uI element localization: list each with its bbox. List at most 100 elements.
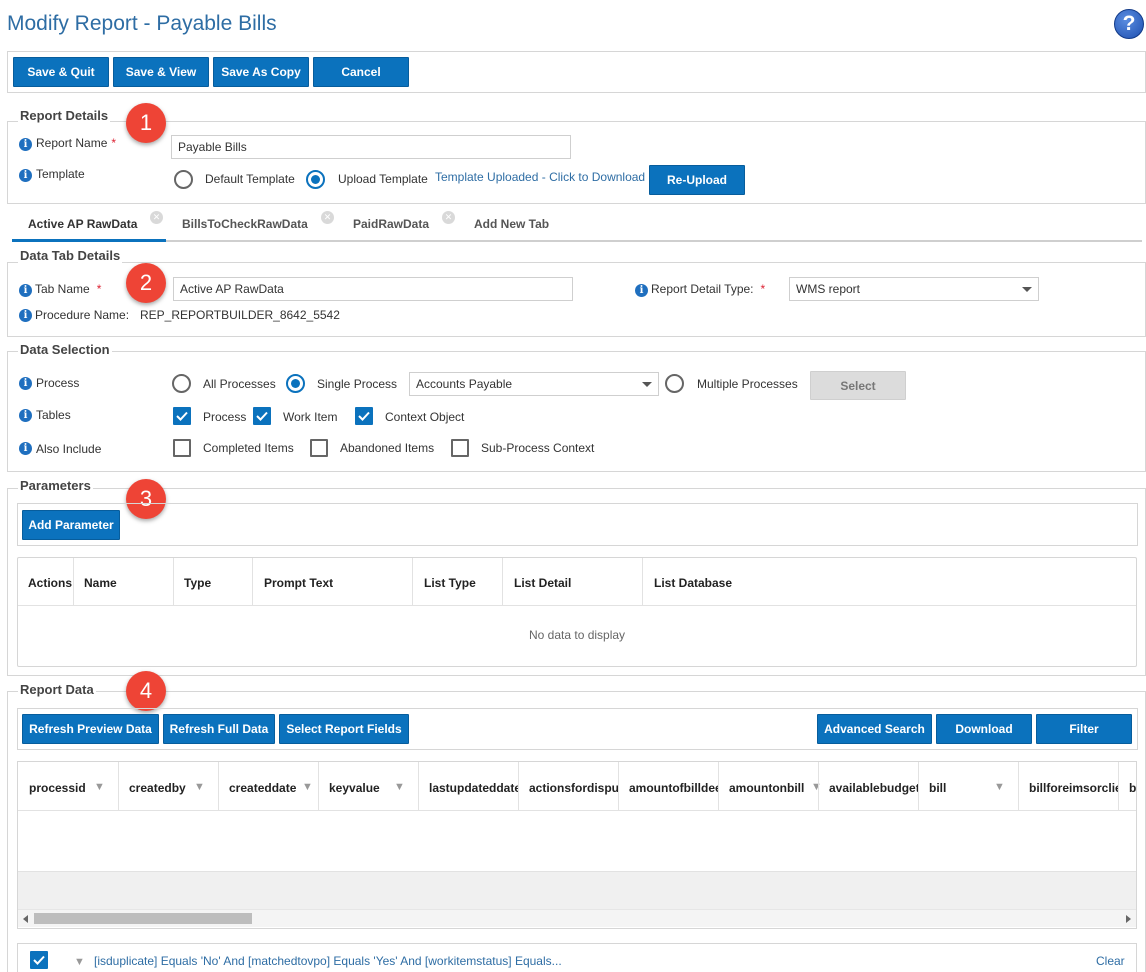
grid-col-availablebudget[interactable]: availablebudget bbox=[829, 781, 918, 795]
tab-strip-underline bbox=[12, 240, 1142, 242]
grid-col-processid[interactable]: processid bbox=[29, 781, 91, 795]
default-template-label: Default Template bbox=[205, 172, 295, 186]
report-detail-type-select[interactable]: WMS report bbox=[789, 277, 1039, 301]
all-processes-label: All Processes bbox=[203, 377, 276, 391]
abandoned-items-checkbox[interactable] bbox=[310, 439, 328, 457]
grid-col-createddate[interactable]: createddate bbox=[229, 781, 301, 795]
sub-process-context-label: Sub-Process Context bbox=[481, 441, 595, 455]
grid-col-bill[interactable]: bill bbox=[929, 781, 991, 795]
chevron-down-icon bbox=[642, 381, 652, 387]
report-detail-type-label: Report Detail Type: * bbox=[651, 282, 766, 296]
sub-process-context-checkbox[interactable] bbox=[451, 439, 469, 457]
completed-items-checkbox[interactable] bbox=[173, 439, 191, 457]
col-separator bbox=[518, 762, 519, 810]
grid-col-billforeimsorclie[interactable]: billforeimsorclie bbox=[1029, 781, 1118, 795]
col-separator bbox=[118, 762, 119, 810]
funnel-icon[interactable]: ▼ bbox=[994, 781, 1005, 793]
save-as-copy-button[interactable]: Save As Copy bbox=[213, 57, 309, 87]
scroll-left-arrow-icon[interactable] bbox=[23, 915, 28, 923]
report-details-legend: Report Details bbox=[18, 108, 111, 123]
advanced-search-button[interactable]: Advanced Search bbox=[817, 714, 932, 744]
tab-billstocheckrawdata[interactable]: BillsToCheckRawData bbox=[182, 217, 308, 231]
funnel-icon: ▼ bbox=[74, 956, 85, 968]
tab-paidrawdata[interactable]: PaidRawData bbox=[353, 217, 429, 231]
default-template-radio[interactable] bbox=[174, 170, 193, 189]
table-context-object-checkbox[interactable] bbox=[355, 407, 373, 425]
horizontal-scrollbar[interactable] bbox=[18, 909, 1136, 927]
save-quit-button[interactable]: Save & Quit bbox=[13, 57, 109, 87]
refresh-preview-data-button[interactable]: Refresh Preview Data bbox=[22, 714, 159, 744]
info-icon: i bbox=[19, 442, 32, 455]
procedure-name-label: Procedure Name: bbox=[35, 308, 130, 322]
funnel-icon[interactable]: ▼ bbox=[302, 781, 313, 793]
col-separator bbox=[412, 558, 413, 605]
report-name-input[interactable]: Payable Bills bbox=[171, 135, 571, 159]
info-icon: i bbox=[19, 138, 32, 151]
funnel-icon[interactable]: ▼ bbox=[194, 781, 205, 793]
col-separator bbox=[1018, 762, 1019, 810]
col-separator bbox=[502, 558, 503, 605]
col-separator bbox=[642, 558, 643, 605]
filter-enabled-checkbox[interactable] bbox=[30, 951, 48, 969]
grid-col-amountonbill[interactable]: amountonbill bbox=[729, 781, 815, 795]
tab-close-icon[interactable]: ✕ bbox=[150, 211, 163, 224]
funnel-icon[interactable]: ▼ bbox=[811, 781, 822, 793]
col-separator bbox=[1118, 762, 1119, 810]
col-separator bbox=[618, 762, 619, 810]
info-icon: i bbox=[19, 309, 32, 322]
scroll-right-arrow-icon[interactable] bbox=[1126, 915, 1131, 923]
active-tab-indicator bbox=[12, 239, 166, 242]
cancel-button[interactable]: Cancel bbox=[313, 57, 409, 87]
table-work-item-checkbox[interactable] bbox=[253, 407, 271, 425]
funnel-icon[interactable]: ▼ bbox=[394, 781, 405, 793]
add-parameter-button[interactable]: Add Parameter bbox=[22, 510, 120, 540]
tab-name-input[interactable]: Active AP RawData bbox=[173, 277, 573, 301]
process-select[interactable]: Accounts Payable bbox=[409, 372, 659, 396]
info-icon: i bbox=[635, 284, 648, 297]
report-name-label: Report Name * bbox=[36, 136, 117, 150]
param-col-list-database: List Database bbox=[654, 576, 733, 590]
single-process-radio[interactable] bbox=[286, 374, 305, 393]
report-detail-type-value: WMS report bbox=[796, 282, 861, 296]
tab-close-icon[interactable]: ✕ bbox=[321, 211, 334, 224]
scrollbar-thumb[interactable] bbox=[34, 913, 252, 924]
table-process-checkbox[interactable] bbox=[173, 407, 191, 425]
multiple-processes-label: Multiple Processes bbox=[697, 377, 798, 391]
col-separator bbox=[418, 762, 419, 810]
info-icon: i bbox=[19, 377, 32, 390]
upload-template-radio[interactable] bbox=[306, 170, 325, 189]
col-separator bbox=[73, 558, 74, 605]
select-process-button[interactable]: Select bbox=[810, 371, 906, 400]
all-processes-radio[interactable] bbox=[172, 374, 191, 393]
param-col-type: Type bbox=[184, 576, 212, 590]
grid-col-actionsfordispu[interactable]: actionsfordispu bbox=[529, 781, 618, 795]
param-col-prompt-text: Prompt Text bbox=[264, 576, 334, 590]
completed-items-label: Completed Items bbox=[203, 441, 294, 455]
step-badge-4: 4 bbox=[126, 671, 166, 711]
download-button[interactable]: Download bbox=[936, 714, 1032, 744]
tab-add-new[interactable]: Add New Tab bbox=[474, 217, 549, 231]
funnel-icon[interactable]: ▼ bbox=[94, 781, 105, 793]
grid-col-truncated[interactable]: b bbox=[1129, 781, 1136, 795]
save-view-button[interactable]: Save & View bbox=[113, 57, 209, 87]
process-label: Process bbox=[36, 376, 80, 390]
abandoned-items-label: Abandoned Items bbox=[340, 441, 435, 455]
clear-filter-link[interactable]: Clear bbox=[1096, 954, 1125, 968]
grid-col-amountofbilldee[interactable]: amountofbilldee bbox=[629, 781, 718, 795]
help-question-icon[interactable]: ? bbox=[1114, 9, 1144, 39]
grid-col-createdby[interactable]: createdby bbox=[129, 781, 191, 795]
single-process-label: Single Process bbox=[317, 377, 398, 391]
refresh-full-data-button[interactable]: Refresh Full Data bbox=[163, 714, 275, 744]
grid-col-lastupdateddate[interactable]: lastupdateddate bbox=[429, 781, 518, 795]
filter-button[interactable]: Filter bbox=[1036, 714, 1132, 744]
tab-active-ap-rawdata[interactable]: Active AP RawData bbox=[28, 217, 137, 231]
grid-col-keyvalue[interactable]: keyvalue bbox=[329, 781, 391, 795]
table-context-object-label: Context Object bbox=[385, 410, 465, 424]
select-report-fields-button[interactable]: Select Report Fields bbox=[279, 714, 409, 744]
re-upload-button[interactable]: Re-Upload bbox=[649, 165, 745, 195]
multiple-processes-radio[interactable] bbox=[665, 374, 684, 393]
tab-close-icon[interactable]: ✕ bbox=[442, 211, 455, 224]
template-download-link[interactable]: Template Uploaded - Click to Download bbox=[435, 170, 645, 184]
filter-expression-text[interactable]: [isduplicate] Equals 'No' And [matchedto… bbox=[94, 954, 562, 968]
tables-label: Tables bbox=[36, 408, 71, 422]
